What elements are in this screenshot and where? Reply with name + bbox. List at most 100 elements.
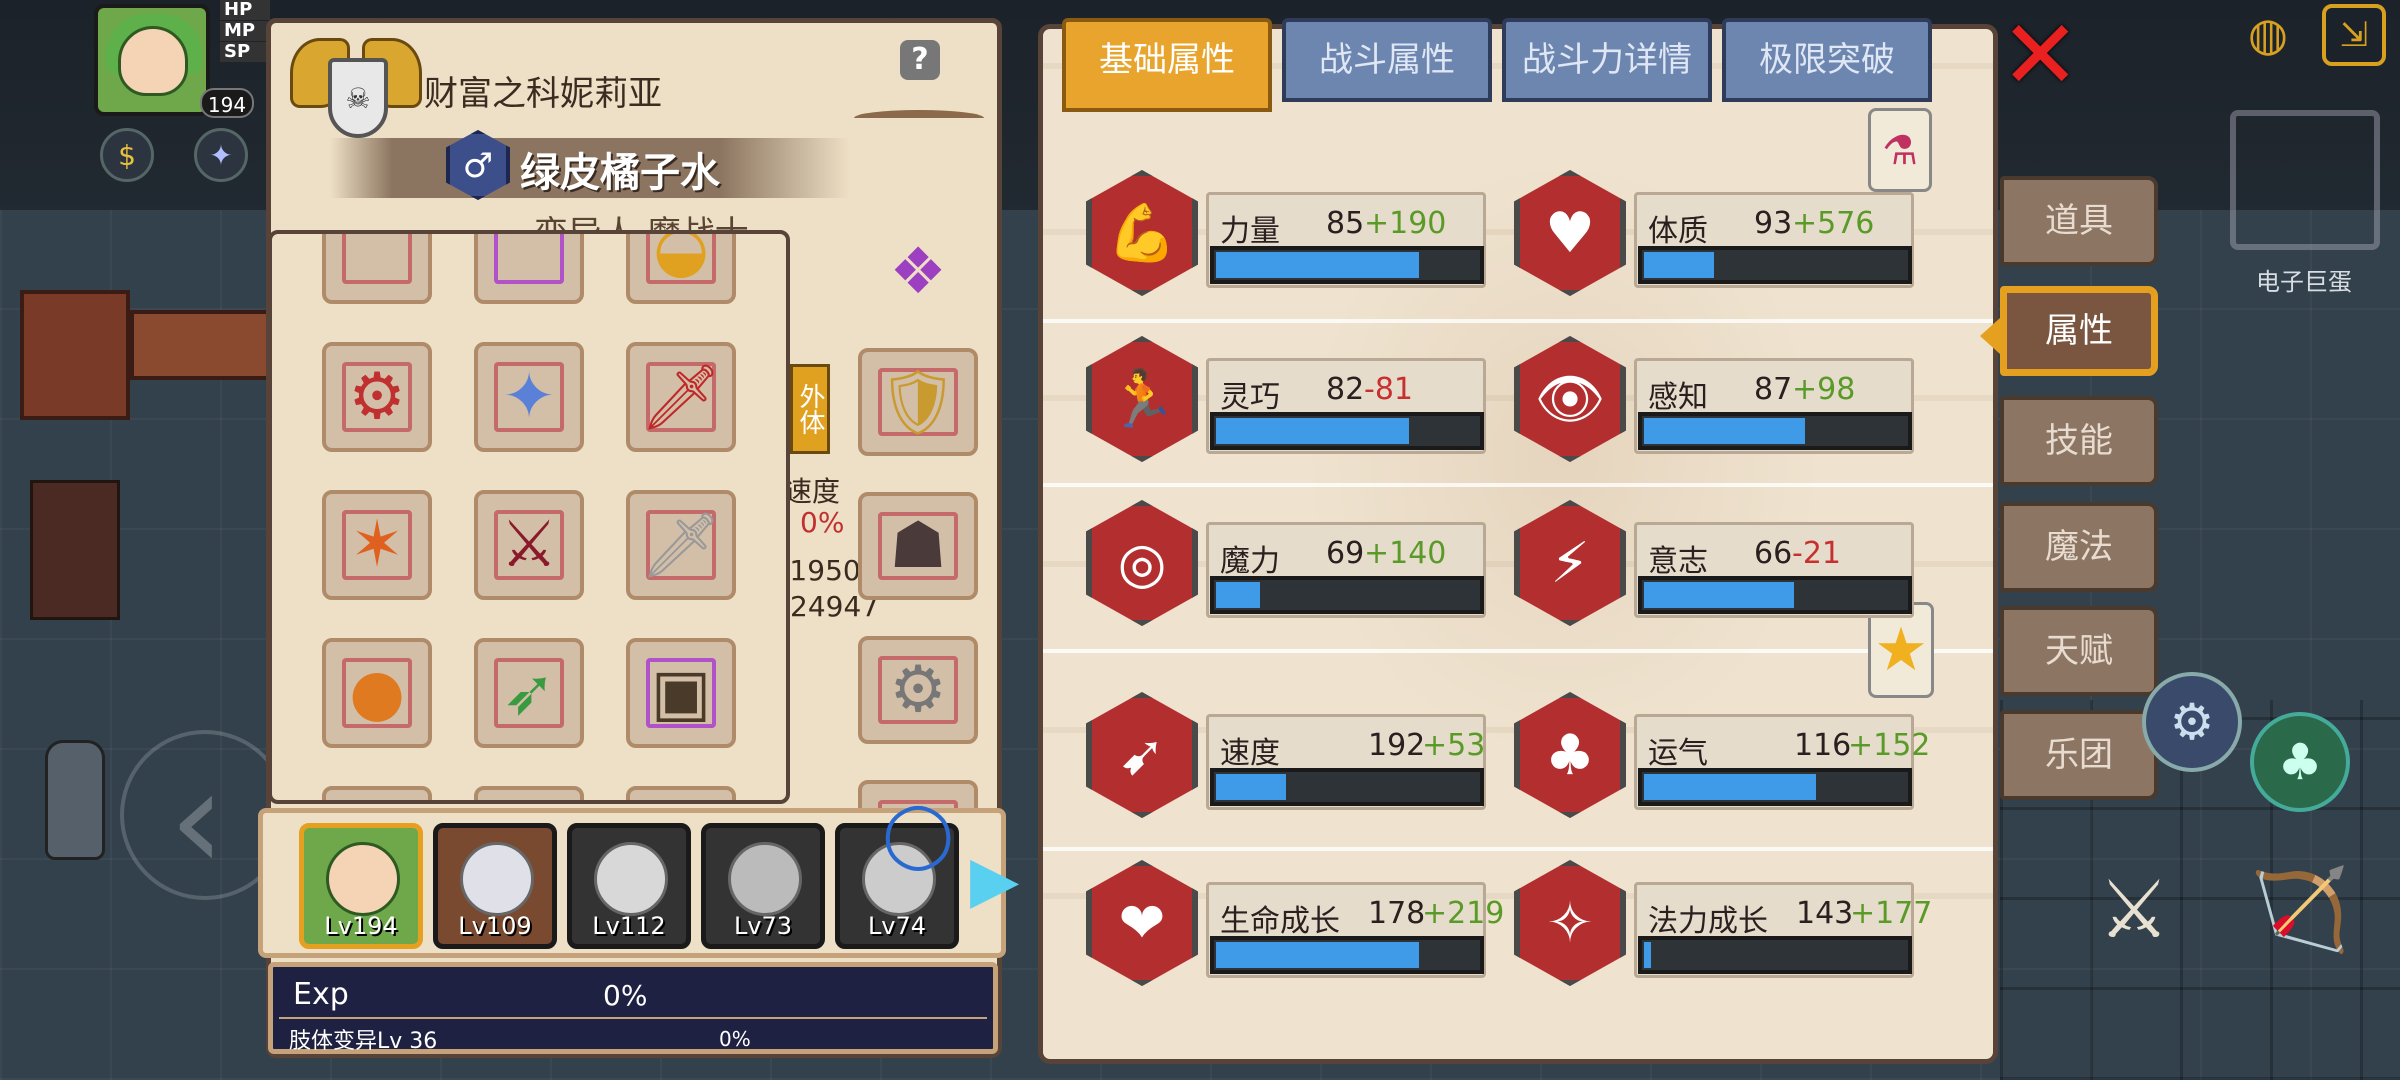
stat-bar [1638, 576, 1912, 614]
row-divider [1043, 649, 1993, 653]
stat-name: 魔力 [1220, 544, 1280, 579]
party-member-1[interactable]: Lv194 [299, 823, 423, 949]
equip-slot-gem[interactable]: ❖ [858, 232, 978, 312]
nav-active-arrow-icon [1980, 318, 2000, 354]
avatar-face [118, 26, 188, 96]
item-slot-partial[interactable] [322, 786, 432, 800]
stat-mp-growth: ✧ 法力成长 143 +177 [1514, 860, 1934, 990]
equip-slot-armor[interactable]: 🛡 [858, 348, 978, 456]
party-next-arrow-icon[interactable]: ▶ [970, 848, 1019, 918]
bow-icon: 🏹 [2250, 863, 2350, 956]
blue-wing-icon: ✦ [502, 360, 556, 434]
exit-button[interactable]: ⇲ [2322, 4, 2386, 66]
equip-slot-boots[interactable]: ⚙ [858, 636, 978, 744]
character-title: 财富之科妮莉亚 [424, 74, 662, 114]
close-button[interactable]: ✕ [2000, 7, 2080, 103]
stat-speed: ➹ 速度 192 +53 [1086, 692, 1506, 822]
heart-growth-icon: ❤ [1086, 860, 1198, 986]
stat-base: 116 [1794, 728, 1852, 763]
party-member-4[interactable]: Lv73 [701, 823, 825, 949]
enemy-name-label: 电子巨蛋 [2256, 268, 2352, 296]
skull-shield-icon: ☠ [328, 58, 388, 138]
hud-bars: HP MP SP [220, 0, 270, 63]
item-slot[interactable]: ✦ [474, 342, 584, 452]
stat-bar-fill [1644, 774, 1816, 800]
blue-ring-icon: ◯ [882, 797, 954, 871]
character-name[interactable]: 绿皮橘子水 [520, 140, 720, 198]
stat-base: 178 [1368, 896, 1426, 931]
hp-partial-label: /1950 [780, 554, 861, 587]
sword-attack-button[interactable]: ⚔ [2074, 850, 2194, 970]
stat-name: 运气 [1648, 736, 1708, 771]
item-slot[interactable]: ➶ [474, 638, 584, 748]
party-level: Lv194 [324, 912, 398, 940]
eye-icon: 👁 [1514, 336, 1626, 462]
nav-skills[interactable]: 技能 [2000, 396, 2158, 486]
item-slot-partial[interactable] [322, 234, 432, 304]
party-avatar [460, 842, 534, 916]
item-slot-partial[interactable]: ◒ [626, 234, 736, 304]
appearance-toggle[interactable]: 外体 [790, 364, 830, 454]
item-slot[interactable]: 🗡 [626, 490, 736, 600]
nav-magic[interactable]: 魔法 [2000, 502, 2158, 592]
nav-items[interactable]: 道具 [2000, 176, 2158, 266]
tab-basic-attributes[interactable]: 基础属性 [1062, 18, 1272, 112]
skill-tree-button[interactable]: ♣ [2250, 712, 2350, 812]
runner-icon: 🏃 [1086, 336, 1198, 462]
globe-button[interactable]: ◍ [2238, 4, 2298, 64]
stat-bar-fill [1644, 252, 1715, 278]
globe-icon: ◍ [2247, 7, 2289, 61]
stat-base: 66 [1754, 536, 1793, 571]
tab-combat-attributes[interactable]: 战斗属性 [1282, 18, 1492, 102]
nav-attributes[interactable]: 属性 [1980, 286, 2158, 376]
speed-icon: ➹ [1086, 692, 1198, 818]
item-slot[interactable]: ⚔ [474, 490, 584, 600]
stat-bonus: +152 [1848, 728, 1931, 763]
stat-name: 感知 [1648, 380, 1708, 415]
chair [30, 480, 120, 620]
mind-icon: ⚡ [1514, 500, 1626, 626]
tab-limit-break[interactable]: 极限突破 [1722, 18, 1932, 102]
party-avatar [728, 842, 802, 916]
minimap[interactable] [2230, 110, 2380, 250]
stat-dexterity: 🏃 灵巧 82 -81 [1086, 336, 1506, 466]
bow-attack-button[interactable]: 🏹 [2240, 850, 2360, 970]
stat-luck: ♣ 运气 116 +152 [1514, 692, 1934, 822]
crossbow-icon: ➶ [502, 656, 556, 730]
item-slot-partial[interactable] [474, 234, 584, 304]
item-slot[interactable]: ▣ [626, 638, 736, 748]
stat-name: 生命成长 [1220, 904, 1340, 939]
gold-buff-icon[interactable]: $ [100, 128, 154, 182]
item-grid: ◒ ⚙ ✦ 🗡 ✶ ⚔ 🗡 ● ➶ ▣ ◓ [322, 234, 736, 800]
item-slot-partial[interactable]: ◓ [474, 786, 584, 800]
item-slot-partial[interactable] [626, 786, 736, 800]
star-buff-icon[interactable]: ✦ [194, 128, 248, 182]
item-slot[interactable]: 🗡 [626, 342, 736, 452]
stat-bar-fill [1644, 942, 1651, 968]
party-member-3[interactable]: Lv112 [567, 823, 691, 949]
wardrobe-button[interactable]: ? [850, 40, 990, 140]
party-level: Lv73 [733, 912, 793, 940]
stat-name: 法力成长 [1648, 904, 1768, 939]
stat-strength: 💪 力量 85 +190 [1086, 170, 1506, 300]
attribute-tabs: 基础属性 战斗属性 战斗力详情 极限突破 [1062, 18, 1932, 112]
item-slot[interactable]: ⚙ [322, 342, 432, 452]
equip-slot-helmet[interactable]: ☗ [858, 492, 978, 600]
nav-band[interactable]: 乐团 [2000, 710, 2158, 800]
percent-partial-label: 0% [800, 506, 845, 539]
stat-bar-fill [1216, 774, 1287, 800]
item-slot[interactable]: ● [322, 638, 432, 748]
item-slot[interactable]: ✶ [322, 490, 432, 600]
party-member-2[interactable]: Lv109 [433, 823, 557, 949]
stat-bar-fill [1644, 582, 1795, 608]
nav-talent[interactable]: 天赋 [2000, 606, 2158, 696]
tab-combat-power-details[interactable]: 战斗力详情 [1502, 18, 1712, 102]
stat-name: 体质 [1648, 214, 1708, 249]
stat-base: 69 [1326, 536, 1365, 571]
speed-partial-label: 速度 [784, 475, 841, 508]
row-divider [1043, 319, 1993, 323]
skill-gear-button[interactable]: ⚙ [2142, 672, 2242, 772]
stat-bar-fill [1644, 418, 1805, 444]
player-avatar[interactable] [94, 4, 210, 116]
vase [45, 740, 105, 860]
